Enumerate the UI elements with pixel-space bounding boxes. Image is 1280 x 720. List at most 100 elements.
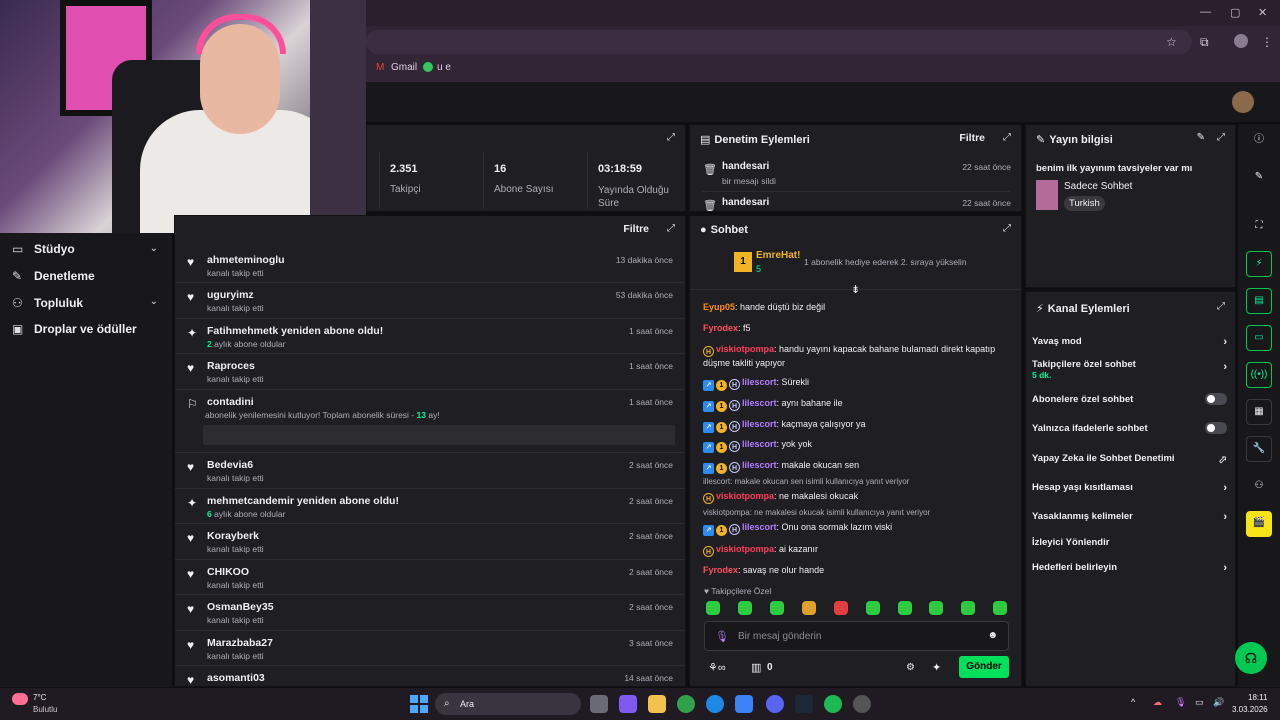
activity-name[interactable]: asomanti03: [207, 672, 265, 684]
activity-name[interactable]: Marazbaba27: [207, 637, 273, 649]
activity-name[interactable]: Raproces: [207, 360, 255, 372]
mod-user[interactable]: handesari: [722, 161, 769, 172]
gift-sub-icon[interactable]: ⚘∞: [708, 661, 726, 674]
toggle-switch[interactable]: [1205, 422, 1227, 434]
sidebar-item-moderation[interactable]: ✎ Denetleme: [12, 269, 95, 283]
tray-mic-icon[interactable]: 🎙: [1175, 697, 1186, 708]
chat-username[interactable]: lilescort: [742, 439, 777, 449]
moderation-filter-button[interactable]: Filtre: [959, 132, 985, 144]
obs-icon[interactable]: [853, 695, 871, 713]
close-icon[interactable]: ✕: [1258, 6, 1267, 19]
emote-icon[interactable]: [898, 601, 912, 615]
activity-name[interactable]: Korayberk: [207, 530, 259, 542]
chat-username[interactable]: viskiotpompa: [716, 344, 774, 354]
emote-icon[interactable]: [961, 601, 975, 615]
category-name[interactable]: Sadece Sohbet: [1064, 181, 1132, 192]
chat-username[interactable]: viskiotpompa: [716, 491, 774, 501]
chat-username[interactable]: lilescort: [742, 419, 777, 429]
chat-icon[interactable]: ▭: [1246, 325, 1272, 351]
channel-action-item[interactable]: Yavaş mod ›: [1032, 336, 1227, 348]
channel-action-item[interactable]: Hedefleri belirleyin ›: [1032, 562, 1227, 574]
sidebar-item-studio[interactable]: ▭ Stüdyo: [12, 242, 75, 256]
expand-icon[interactable]: ⤢: [1217, 132, 1225, 143]
edit-icon[interactable]: ✎: [1197, 132, 1205, 143]
menu-icon[interactable]: ⋮: [1261, 35, 1273, 49]
chat-input[interactable]: 🎙 Bir mesaj gönderin ☻: [704, 621, 1009, 651]
chat-username[interactable]: Fyrodex: [703, 565, 738, 575]
wrench-icon[interactable]: 🔧: [1246, 436, 1272, 462]
restore-icon[interactable]: ▢: [1230, 6, 1240, 19]
activity-name[interactable]: Bedevia6: [207, 459, 253, 471]
activity-name[interactable]: CHIKOO: [207, 566, 249, 578]
edge-icon[interactable]: [706, 695, 724, 713]
clock-date[interactable]: 3.03.2026: [1232, 705, 1268, 714]
user-avatar[interactable]: [1232, 91, 1254, 113]
activity-row[interactable]: ♥ ahmeteminoglu kanalı takip etti 13 dakika…: [175, 248, 685, 283]
sidebar-item-drops[interactable]: ▣ Droplar ve ödüller: [12, 322, 137, 336]
chat-username[interactable]: lilescort: [742, 460, 777, 470]
scroll-chevron-icon[interactable]: ⇟: [851, 283, 860, 296]
activity-row[interactable]: ♥ asomanti03 14 saat önce: [175, 666, 685, 686]
chat-username[interactable]: Fyrodex: [703, 323, 738, 333]
clapper-icon[interactable]: 🎬: [1246, 511, 1272, 537]
activity-row[interactable]: ♥ Raproces kanalı takip etti 1 saat önce: [175, 354, 685, 390]
channel-action-item[interactable]: Yalnızca ifadelerle sohbet: [1032, 422, 1227, 434]
volume-icon[interactable]: 🔊: [1213, 697, 1224, 708]
channel-action-item[interactable]: İzleyici Yönlendir: [1032, 537, 1227, 548]
discord-icon[interactable]: [766, 695, 784, 713]
activity-row[interactable]: ♥ CHIKOO kanalı takip etti 2 saat önce: [175, 560, 685, 595]
send-button[interactable]: Gönder: [959, 656, 1009, 678]
lightning-icon[interactable]: ⚡: [1246, 251, 1272, 277]
activity-name[interactable]: mehmetcandemir yeniden abone oldu!: [207, 495, 399, 507]
mod-user[interactable]: handesari: [722, 197, 769, 208]
leaderboard-user[interactable]: EmreHat!: [756, 250, 800, 261]
extensions-icon[interactable]: ⧉: [1200, 35, 1209, 50]
pencil-icon[interactable]: ✎: [1246, 165, 1272, 191]
clip-icon[interactable]: ⛶: [1246, 214, 1272, 240]
clock-time[interactable]: 18:11: [1248, 693, 1267, 702]
tray-app-icon[interactable]: ☁: [1153, 697, 1162, 708]
tag-chip[interactable]: Turkish: [1064, 196, 1105, 211]
headset-icon[interactable]: ☊: [1235, 642, 1267, 674]
chat-username[interactable]: lilescort: [742, 377, 777, 387]
chrome-icon[interactable]: [677, 695, 695, 713]
emote-icon[interactable]: [929, 601, 943, 615]
expand-icon[interactable]: ⤢: [667, 132, 675, 143]
activity-row[interactable]: ✦ mehmetcandemir yeniden abone oldu! 6 ayl…: [175, 489, 685, 524]
emote-icon[interactable]: [993, 601, 1007, 615]
chat-username[interactable]: lilescort: [742, 522, 777, 532]
activity-name[interactable]: uguryimz: [207, 289, 254, 301]
people-icon[interactable]: ⚇: [1246, 474, 1272, 500]
channel-action-item[interactable]: Yasaklanmış kelimeler ›: [1032, 511, 1227, 523]
expand-icon[interactable]: ⤢: [667, 223, 675, 234]
mod-tools-icon[interactable]: ✦: [932, 661, 941, 674]
copilot-icon[interactable]: [619, 695, 637, 713]
activity-row[interactable]: ♥ uguryimz kanalı takip etti 53 dakika önce: [175, 283, 685, 319]
chat-username[interactable]: viskiotpompa: [716, 544, 774, 554]
spotify-icon[interactable]: [824, 695, 842, 713]
expand-icon[interactable]: ⤢: [1003, 223, 1011, 234]
toggle-switch[interactable]: [1205, 393, 1227, 405]
mic-icon[interactable]: 🎙: [715, 630, 729, 643]
channel-action-item[interactable]: Yapay Zeka ile Sohbet Denetimi ⬀: [1032, 453, 1227, 466]
activity-row[interactable]: ♥ Korayberk kanalı takip etti 2 saat önce: [175, 524, 685, 560]
emote-icon[interactable]: [706, 601, 720, 615]
tray-chevron-icon[interactable]: ^: [1131, 697, 1135, 707]
activity-row[interactable]: ♥ OsmanBey35 kanalı takip etti 2 saat önce: [175, 595, 685, 631]
activity-filter-button[interactable]: Filtre: [623, 223, 649, 235]
bookmark-ue[interactable]: u e: [437, 62, 451, 73]
windows-start-icon[interactable]: [410, 695, 428, 713]
chevron-down-icon[interactable]: ⌄: [150, 243, 158, 254]
stats-icon[interactable]: ▦: [1246, 399, 1272, 425]
channel-action-item[interactable]: Hesap yaşı kısıtlaması ›: [1032, 482, 1227, 494]
emote-icon[interactable]: [770, 601, 784, 615]
activity-row[interactable]: ⚐ contadini abonelik yenilemesini kutluyor…: [175, 390, 685, 453]
activity-name[interactable]: Fatihmehmetk yeniden abone oldu!: [207, 325, 383, 337]
channel-points-icon[interactable]: ▥: [751, 661, 761, 674]
activity-row[interactable]: ♥ Marazbaba27 kanalı takip etti 3 saat önce: [175, 631, 685, 666]
chevron-down-icon[interactable]: ⌄: [150, 296, 158, 307]
info-circle-icon[interactable]: ⓘ: [1246, 128, 1272, 154]
address-bar[interactable]: [366, 30, 1192, 54]
settings-icon[interactable]: ⚙: [906, 662, 915, 673]
emote-icon[interactable]: [802, 601, 816, 615]
